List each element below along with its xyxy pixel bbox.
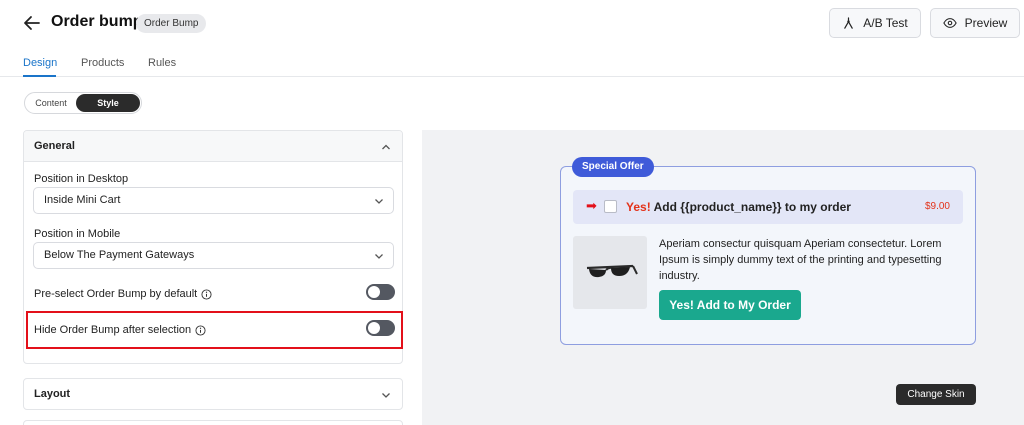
content-toggle-option[interactable]: Content [28, 94, 74, 112]
offer-text: Yes! Add {{product_name}} to my order [626, 200, 851, 214]
layout-panel-header[interactable]: Layout [23, 378, 403, 410]
tab-products[interactable]: Products [81, 57, 124, 69]
product-image [573, 236, 647, 309]
page-title: Order bump [51, 13, 143, 30]
chevron-up-icon [382, 144, 390, 150]
toggle-knob [368, 286, 380, 298]
active-tab-indicator [23, 75, 56, 77]
chevron-down-icon [382, 393, 390, 398]
tab-rules[interactable]: Rules [148, 57, 176, 69]
position-desktop-value: Inside Mini Cart [44, 194, 121, 206]
ab-test-label: A/B Test [863, 16, 908, 30]
type-badge: Order Bump [136, 14, 207, 33]
product-description: Aperiam consectur quisquam Aperiam conse… [659, 238, 942, 282]
preview-label: Preview [964, 16, 1008, 30]
ab-test-button[interactable]: A/B Test [829, 8, 921, 38]
offer-price: $9.00 [924, 201, 950, 212]
tab-bar: Design Products Rules [0, 46, 1024, 77]
sunglasses-icon [586, 264, 638, 278]
content-style-toggle: Content Style [24, 92, 142, 114]
change-skin-button[interactable]: Change Skin [896, 384, 976, 405]
highlight-annotation [26, 311, 403, 349]
add-to-order-button[interactable]: Yes! Add to My Order [659, 290, 801, 320]
position-desktop-select[interactable]: Inside Mini Cart [33, 187, 394, 214]
chevron-down-icon [375, 199, 383, 204]
tab-design[interactable]: Design [23, 57, 57, 69]
offer-headline: Add {{product_name}} to my order [653, 200, 851, 214]
preselect-toggle[interactable] [366, 284, 395, 300]
right-arrow-icon: ➡ [586, 198, 597, 213]
next-panel-header[interactable] [23, 420, 403, 425]
offer-yes: Yes! [626, 200, 651, 214]
position-mobile-value: Below The Payment Gateways [44, 249, 195, 261]
position-mobile-label: Position in Mobile [34, 228, 121, 240]
eye-icon [942, 18, 957, 28]
style-toggle-option[interactable]: Style [76, 94, 140, 112]
offer-checkbox[interactable] [604, 200, 617, 213]
preselect-row: Pre-select Order Bump by default [34, 288, 212, 300]
preselect-label: Pre-select Order Bump by default [34, 288, 198, 300]
general-panel-header[interactable]: General [24, 131, 402, 162]
general-panel-title: General [34, 140, 75, 152]
ab-test-icon [844, 16, 854, 29]
special-offer-badge: Special Offer [572, 157, 654, 177]
info-icon[interactable] [201, 288, 212, 300]
layout-panel-title: Layout [34, 388, 71, 400]
chevron-down-icon [375, 254, 383, 259]
page-header: Order bump Order Bump A/B Test Preview [0, 0, 1024, 46]
preview-button[interactable]: Preview [930, 8, 1020, 38]
back-arrow-icon[interactable] [22, 13, 42, 33]
offer-bar: ➡ Yes! Add {{product_name}} to my order … [573, 190, 963, 224]
position-desktop-label: Position in Desktop [34, 173, 129, 185]
position-mobile-select[interactable]: Below The Payment Gateways [33, 242, 394, 269]
